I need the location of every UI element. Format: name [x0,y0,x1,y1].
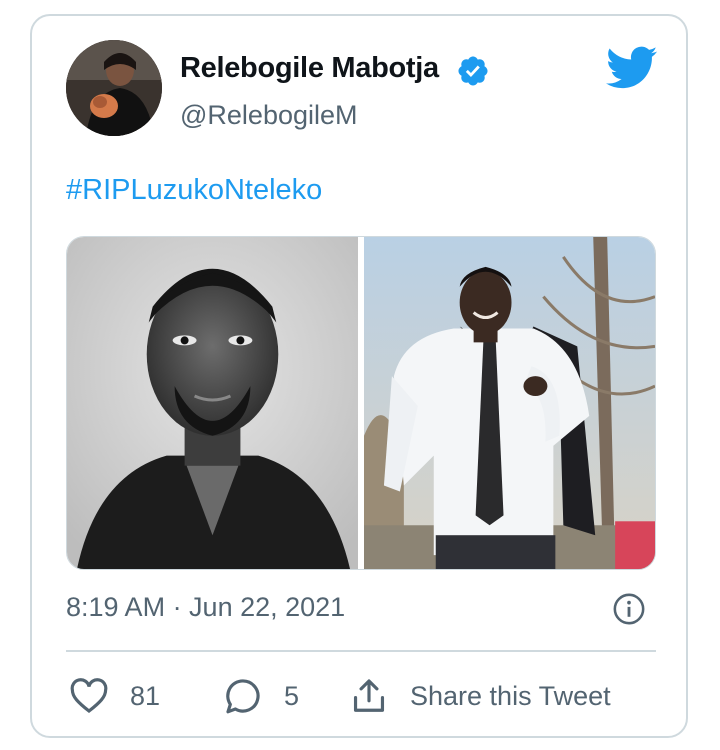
avatar[interactable] [66,40,162,136]
info-icon[interactable] [612,592,646,626]
twitter-bird-icon[interactable] [606,46,658,90]
display-name[interactable]: Relebogile Mabotja [180,52,439,85]
reply-button[interactable]: 5 [224,676,299,716]
outdoor-suit-photo [364,237,655,569]
reply-count: 5 [284,680,300,711]
share-icon [353,679,385,712]
tweet-media[interactable] [66,236,656,570]
heart-icon [70,678,108,714]
bw-portrait-photo [67,237,359,569]
like-count: 81 [130,680,161,711]
share-label: Share this Tweet [410,680,611,711]
user-handle[interactable]: @RelebogileM [180,100,358,131]
media-photo-left[interactable] [67,237,359,569]
like-button[interactable]: 81 [70,676,160,716]
tweet-timestamp[interactable]: 8:19 AM · Jun 22, 2021 [66,592,345,623]
avatar-photo [66,40,162,136]
tweet-card[interactable]: Relebogile Mabotja @RelebogileM #RIPLuzu… [30,14,688,738]
share-button[interactable]: Share this Tweet [350,676,611,716]
media-photo-right[interactable] [364,237,655,569]
verified-badge-icon [458,56,488,86]
divider [66,650,656,652]
reply-icon [226,679,260,714]
hashtag-link[interactable]: #RIPLuzukoNteleko [66,174,322,207]
